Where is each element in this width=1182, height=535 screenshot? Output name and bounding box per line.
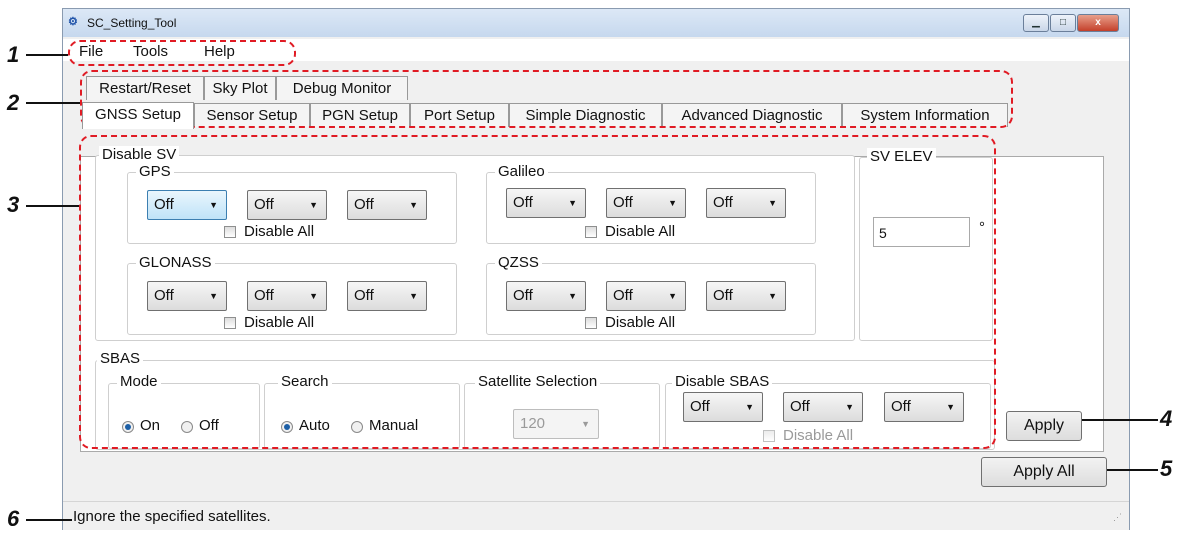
callout-leader-4 bbox=[1082, 419, 1158, 421]
app-icon: ⚙ bbox=[68, 16, 78, 28]
resize-grip-icon[interactable]: ⋰ bbox=[1113, 512, 1122, 523]
close-button[interactable]: x bbox=[1077, 14, 1119, 32]
callout-number-5: 5 bbox=[1160, 456, 1173, 481]
callout-number-3: 3 bbox=[7, 192, 20, 217]
callout-leader-5 bbox=[1107, 469, 1158, 471]
maximize-button[interactable]: □ bbox=[1050, 14, 1076, 32]
apply-all-button[interactable]: Apply All bbox=[981, 457, 1107, 487]
status-bar: Ignore the specified satellites. ⋰ bbox=[63, 501, 1129, 530]
status-text: Ignore the specified satellites. bbox=[73, 508, 271, 525]
minimize-button[interactable]: ▁ bbox=[1023, 14, 1049, 32]
apply-button[interactable]: Apply bbox=[1006, 411, 1082, 441]
callout-frame-tabs bbox=[80, 70, 1013, 128]
callout-frame-menu bbox=[68, 40, 296, 66]
callout-frame-settings bbox=[79, 135, 996, 449]
callout-leader-3 bbox=[26, 205, 79, 207]
callout-leader-2 bbox=[26, 102, 80, 104]
callout-number-6: 6 bbox=[7, 506, 20, 531]
callout-leader-1 bbox=[26, 54, 68, 56]
callout-number-4: 4 bbox=[1160, 406, 1173, 431]
callout-leader-6 bbox=[26, 519, 72, 521]
window-title: SC_Setting_Tool bbox=[87, 16, 177, 30]
callout-number-1: 1 bbox=[7, 42, 20, 67]
title-bar: ⚙ SC_Setting_Tool ▁ □ x bbox=[63, 9, 1129, 37]
tab-gnss-setup[interactable]: GNSS Setup bbox=[82, 102, 194, 129]
callout-number-2: 2 bbox=[7, 90, 20, 115]
